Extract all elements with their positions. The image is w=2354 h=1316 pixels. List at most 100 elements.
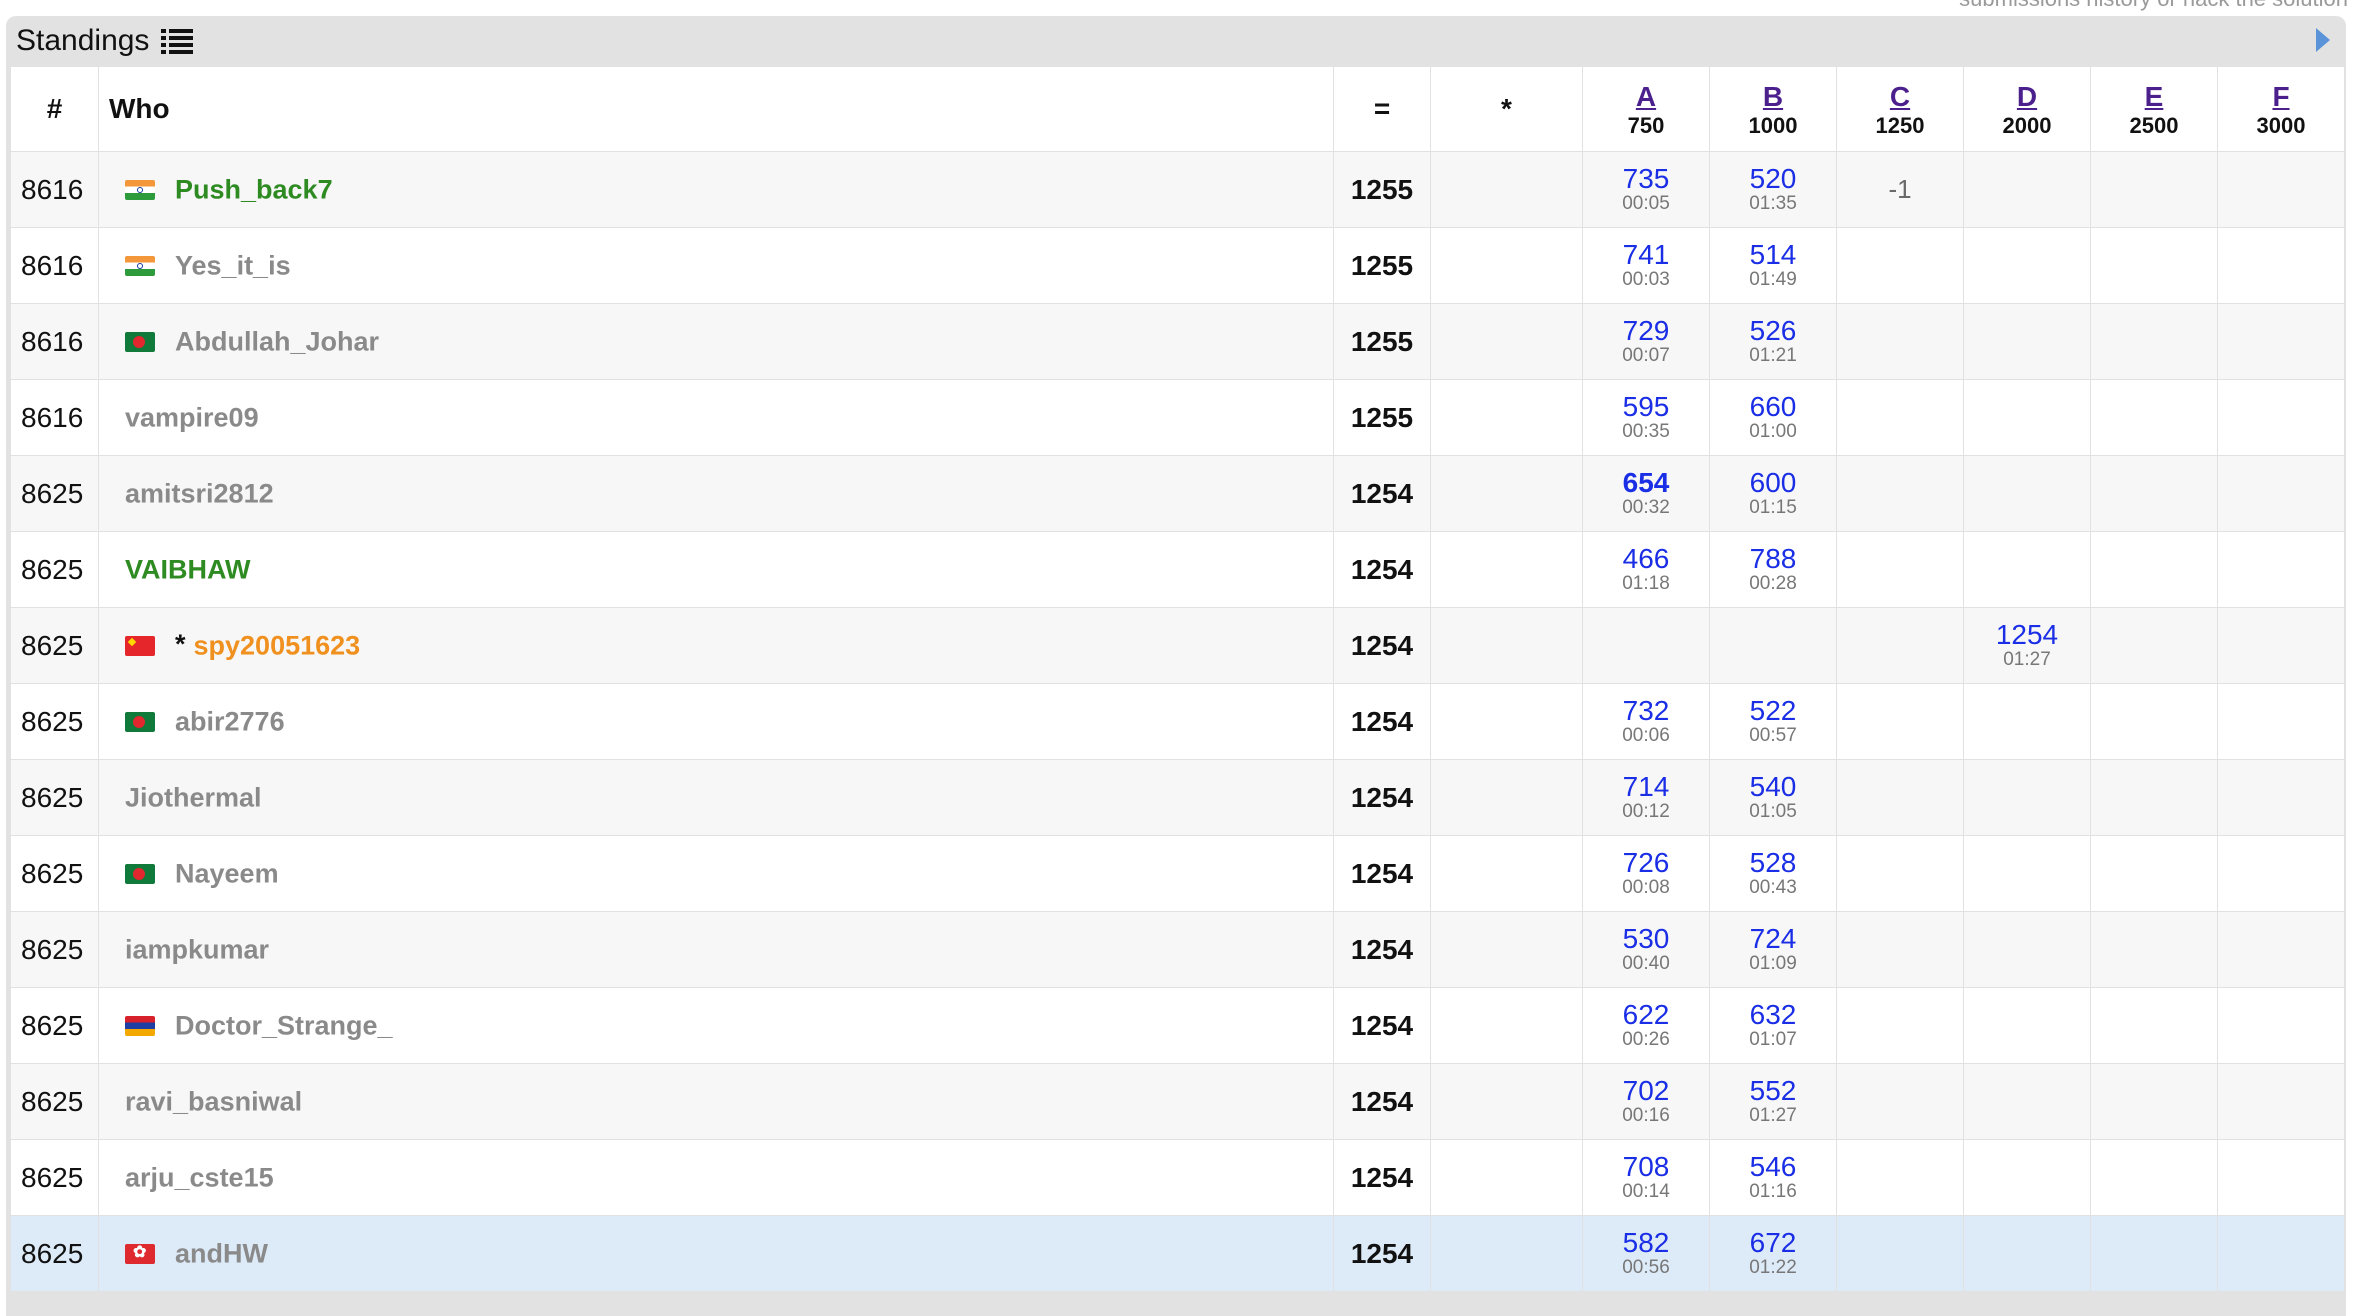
participant-handle-link[interactable]: Yes_it_is	[175, 251, 291, 281]
table-row: 8625 Doctor_Strange_ 1254 622 00:26 632 01:07	[10, 987, 2345, 1064]
participant-handle-link[interactable]: spy20051623	[194, 631, 361, 661]
problem-f-cell	[2217, 531, 2345, 608]
rank-cell: 8625	[10, 835, 99, 912]
problem-b-cell[interactable]: 552 01:27	[1709, 1063, 1837, 1140]
problem-e-cell	[2090, 151, 2218, 228]
problem-a-cell	[1582, 607, 1710, 684]
problem-b-cell[interactable]: 724 01:09	[1709, 911, 1837, 988]
list-icon[interactable]	[161, 28, 194, 54]
problem-a-cell[interactable]: 530 00:40	[1582, 911, 1710, 988]
participant-handle-link[interactable]: iampkumar	[125, 935, 269, 965]
hacks-cell	[1430, 455, 1583, 532]
problem-points: 520	[1749, 162, 1797, 194]
hacks-cell	[1430, 607, 1583, 684]
problem-b-link[interactable]: B	[1711, 82, 1836, 112]
problem-points: 702	[1622, 1074, 1670, 1106]
col-rank-header[interactable]: #	[10, 66, 99, 152]
problem-d-cell	[1963, 379, 2091, 456]
problem-b-cell[interactable]: 672 01:22	[1709, 1215, 1837, 1292]
problem-d-link[interactable]: D	[1965, 82, 2090, 112]
problem-a-cell[interactable]: 654 00:32	[1582, 455, 1710, 532]
problem-f-cell	[2217, 607, 2345, 684]
score-cell: 1255	[1333, 303, 1431, 380]
participant-handle-link[interactable]: amitsri2812	[125, 479, 274, 509]
col-hacks-header[interactable]: *	[1430, 66, 1583, 152]
submission-time: 00:14	[1622, 1180, 1670, 1202]
problem-a-cell[interactable]: 726 00:08	[1582, 835, 1710, 912]
problem-b-cell[interactable]: 788 00:28	[1709, 531, 1837, 608]
problem-a-cell[interactable]: 714 00:12	[1582, 759, 1710, 836]
problem-points: 582	[1622, 1226, 1670, 1258]
problem-a-cell[interactable]: 702 00:16	[1582, 1063, 1710, 1140]
participant-handle-link[interactable]: Doctor_Strange_	[175, 1011, 393, 1041]
problem-b-cell[interactable]: 526 01:21	[1709, 303, 1837, 380]
problem-a-cell[interactable]: 466 01:18	[1582, 531, 1710, 608]
hacks-cell	[1430, 911, 1583, 988]
col-who-header[interactable]: Who	[98, 66, 1334, 152]
problem-e-link[interactable]: E	[2092, 82, 2217, 112]
participant-handle-link[interactable]: ravi_basniwal	[125, 1087, 302, 1117]
problem-b-cell[interactable]: 522 00:57	[1709, 683, 1837, 760]
problem-c-link[interactable]: C	[1838, 82, 1963, 112]
participant-handle-link[interactable]: Nayeem	[175, 859, 279, 889]
rank-cell: 8625	[10, 987, 99, 1064]
problem-a-cell[interactable]: 732 00:06	[1582, 683, 1710, 760]
table-row: 8616 vampire09 1255 595 00:35 660 01:00	[10, 379, 2345, 456]
submission-time: 01:18	[1622, 572, 1670, 594]
problem-a-cell[interactable]: 741 00:03	[1582, 227, 1710, 304]
problem-b-cell[interactable]: 520 01:35	[1709, 151, 1837, 228]
table-row: 8625 amitsri2812 1254 654 00:32 600 01:15	[10, 455, 2345, 532]
participant-handle-link[interactable]: Abdullah_Johar	[175, 327, 379, 357]
problem-points: 600	[1749, 466, 1797, 498]
problem-a-cell[interactable]: 582 00:56	[1582, 1215, 1710, 1292]
problem-points: 530	[1622, 922, 1670, 954]
problem-points: 714	[1622, 770, 1670, 802]
problem-e-header: E 2500	[2090, 66, 2218, 152]
submission-time: 01:35	[1749, 192, 1797, 214]
problem-b-cell[interactable]: 660 01:00	[1709, 379, 1837, 456]
participant-handle-link[interactable]: abir2776	[175, 707, 285, 737]
problem-a-cell[interactable]: 595 00:35	[1582, 379, 1710, 456]
hacks-cell	[1430, 759, 1583, 836]
problem-a-link[interactable]: A	[1584, 82, 1709, 112]
problem-b-cell	[1709, 607, 1837, 684]
participant-handle-link[interactable]: Push_back7	[175, 175, 333, 205]
participant-handle-link[interactable]: Jiothermal	[125, 783, 262, 813]
problem-e-cell	[2090, 607, 2218, 684]
participant-handle-link[interactable]: andHW	[175, 1239, 268, 1269]
problem-b-cell[interactable]: 540 01:05	[1709, 759, 1837, 836]
problem-d-cell[interactable]: 1254 01:27	[1963, 607, 2091, 684]
participant-handle-link[interactable]: VAIBHAW	[125, 555, 251, 585]
problem-b-cell[interactable]: 528 00:43	[1709, 835, 1837, 912]
problem-points: 708	[1622, 1150, 1670, 1182]
problem-c-cell[interactable]: -1	[1836, 151, 1964, 228]
problem-a-cell[interactable]: 622 00:26	[1582, 987, 1710, 1064]
table-row: 8625 ravi_basniwal 1254 702 00:16 552 01:27	[10, 1063, 2345, 1140]
score-cell: 1255	[1333, 151, 1431, 228]
problem-a-cell[interactable]: 735 00:05	[1582, 151, 1710, 228]
problem-a-points: 750	[1627, 113, 1665, 138]
problem-a-cell[interactable]: 708 00:14	[1582, 1139, 1710, 1216]
problem-d-cell	[1963, 759, 2091, 836]
participant-handle-link[interactable]: vampire09	[125, 403, 259, 433]
problem-b-cell[interactable]: 546 01:16	[1709, 1139, 1837, 1216]
problem-b-cell[interactable]: 632 01:07	[1709, 987, 1837, 1064]
problem-b-cell[interactable]: 514 01:49	[1709, 227, 1837, 304]
participant-cell: Doctor_Strange_	[98, 987, 1334, 1064]
problem-points: 672	[1749, 1226, 1797, 1258]
submission-time: 01:07	[1749, 1028, 1797, 1050]
problem-points: 741	[1622, 238, 1670, 270]
problem-b-cell[interactable]: 600 01:15	[1709, 455, 1837, 532]
table-row: 8616 Push_back7 1255 735 00:05 520 01:35 -1	[10, 151, 2345, 228]
problem-b-header: B 1000	[1709, 66, 1837, 152]
hacks-cell	[1430, 1215, 1583, 1292]
problem-c-cell	[1836, 1215, 1964, 1292]
col-score-header[interactable]: =	[1333, 66, 1431, 152]
problem-f-link[interactable]: F	[2219, 82, 2344, 112]
problem-c-cell	[1836, 227, 1964, 304]
participant-handle-link[interactable]: arju_cste15	[125, 1163, 274, 1193]
problem-e-cell	[2090, 303, 2218, 380]
expand-arrow-icon[interactable]	[2316, 28, 2330, 52]
problem-d-cell	[1963, 531, 2091, 608]
problem-a-cell[interactable]: 729 00:07	[1582, 303, 1710, 380]
